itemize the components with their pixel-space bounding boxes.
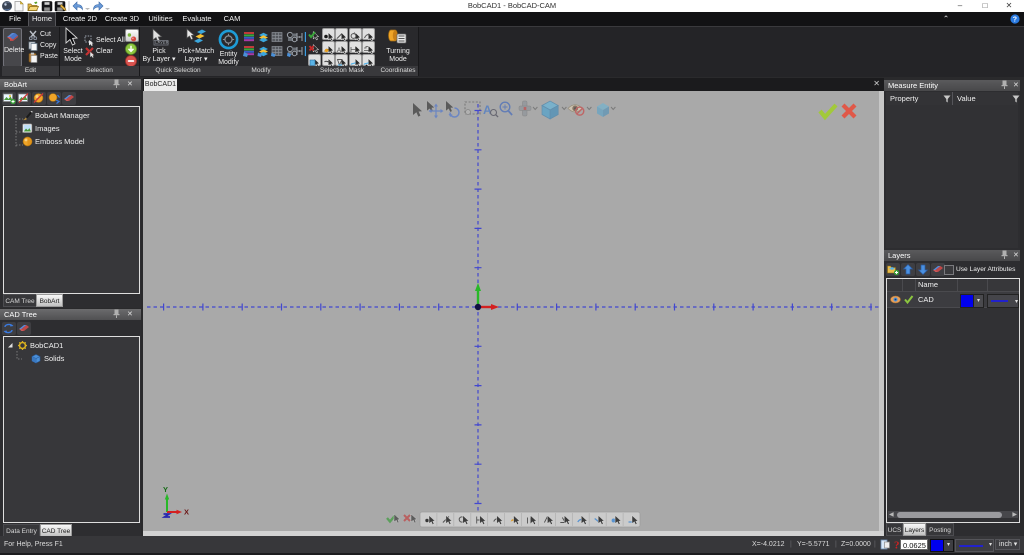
svg-text:LAYER: LAYER [155,40,168,45]
svg-text:?: ? [894,540,900,551]
svg-text:?: ? [1013,17,1017,24]
svg-text:A: A [483,103,492,117]
svg-text:Y: Y [163,485,168,494]
svg-text:X: X [184,508,189,517]
